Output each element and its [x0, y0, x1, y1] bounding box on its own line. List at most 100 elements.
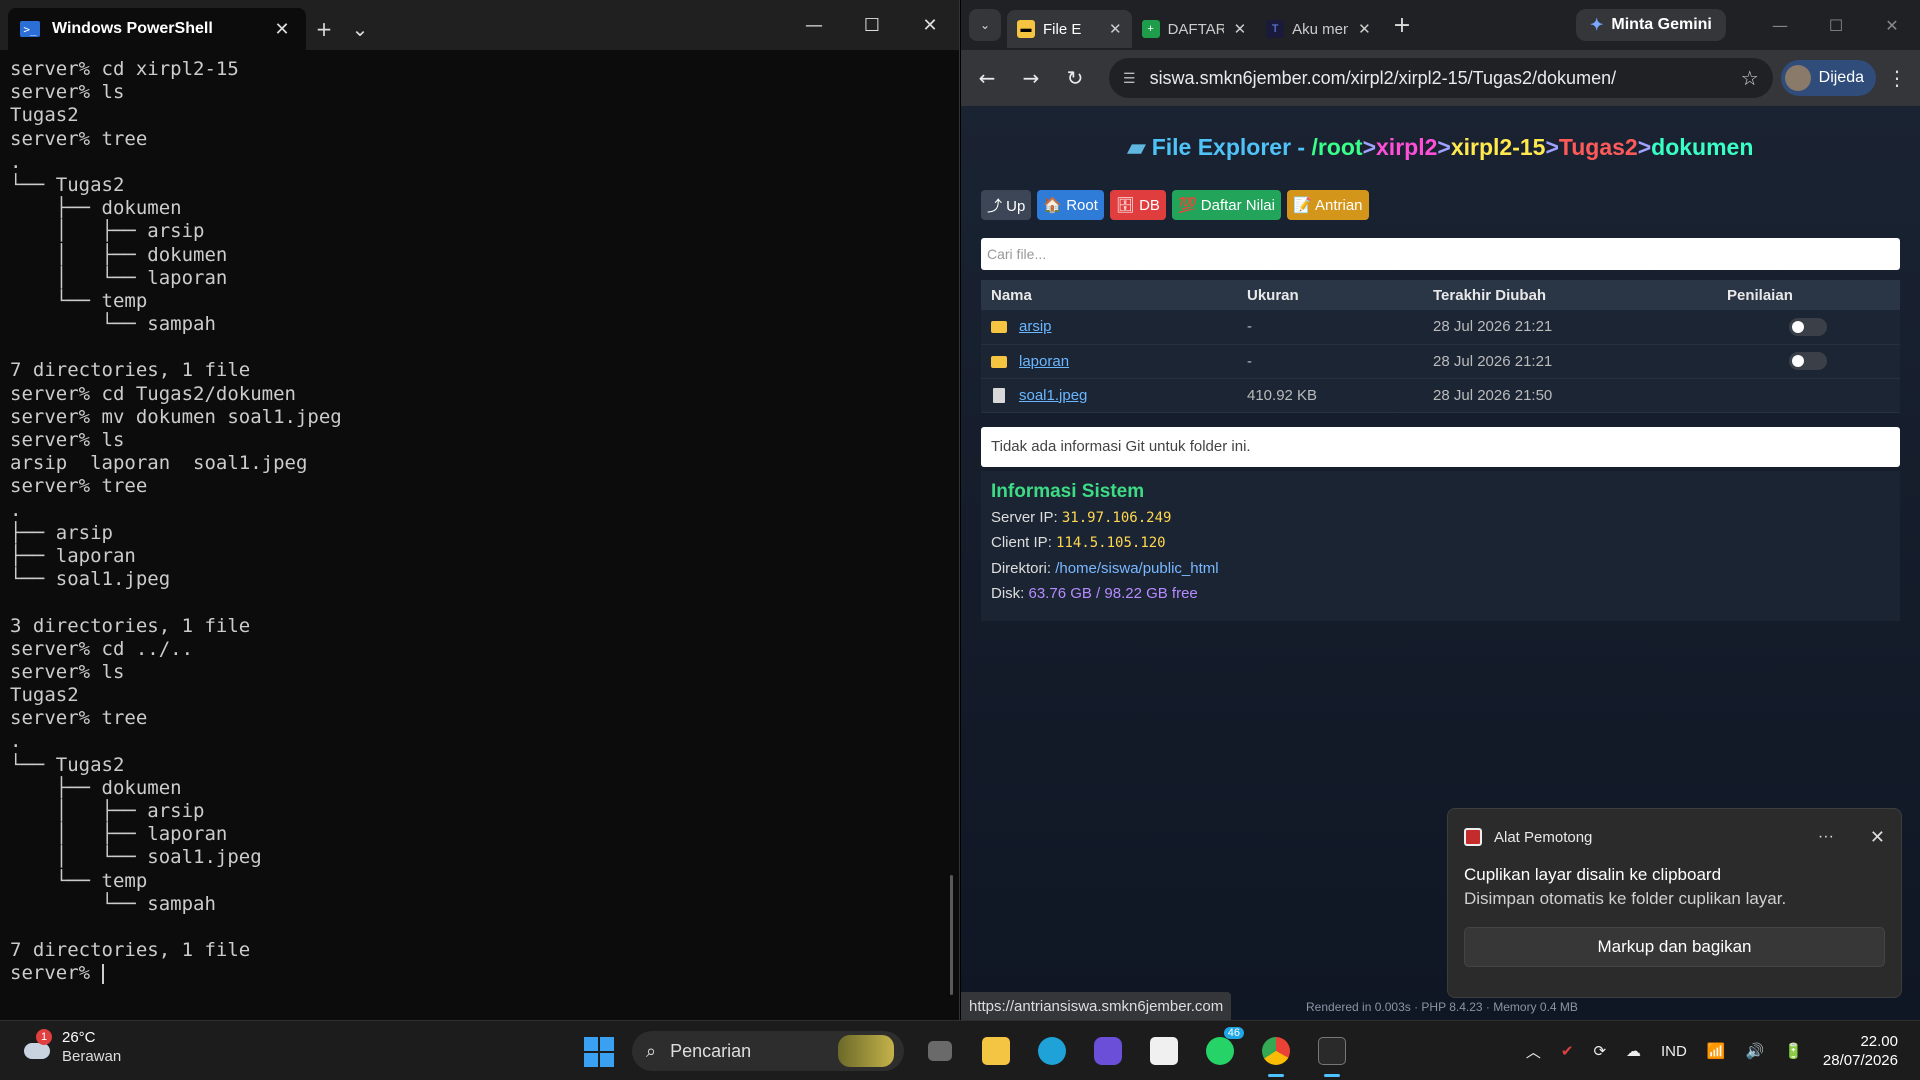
- file-link[interactable]: laporan: [1019, 353, 1069, 370]
- clock[interactable]: 22.00 28/07/2026: [1823, 1032, 1898, 1070]
- tab-file-explorer[interactable]: ▬ File E ✕: [1007, 10, 1132, 48]
- volume-icon[interactable]: 🔊: [1746, 1042, 1765, 1060]
- toast-header: Alat Pemotong ··· ✕: [1448, 809, 1901, 865]
- tab-daftar[interactable]: + DAFTAR ✕: [1132, 10, 1257, 48]
- chevron-down-icon[interactable]: ⌄: [342, 8, 378, 50]
- antrian-button[interactable]: 📝 Antrian: [1286, 190, 1369, 220]
- profile-button[interactable]: Dijeda: [1780, 60, 1876, 96]
- close-icon[interactable]: ✕: [1358, 20, 1371, 38]
- gemini-button[interactable]: ✦ Minta Gemini: [1576, 9, 1726, 41]
- up-button[interactable]: ⤴ Up: [981, 190, 1032, 220]
- close-icon[interactable]: ✕: [1870, 827, 1885, 848]
- battery-icon[interactable]: 🔋: [1784, 1042, 1803, 1060]
- path-tugas2[interactable]: Tugas2: [1559, 134, 1638, 160]
- path-xirpl2-15[interactable]: xirpl2-15: [1451, 134, 1546, 160]
- path-xirpl2[interactable]: xirpl2: [1376, 134, 1437, 160]
- onedrive-icon[interactable]: ☁: [1626, 1042, 1641, 1060]
- client-ip-row: Client IP: 114.5.105.120: [991, 534, 1890, 560]
- label: Direktori:: [991, 559, 1056, 577]
- file-search-input[interactable]: Cari file...: [981, 238, 1900, 270]
- close-icon[interactable]: ✕: [1234, 20, 1247, 38]
- terminal-line: └── sampah: [10, 313, 216, 336]
- bookmark-star-icon[interactable]: ☆: [1741, 66, 1759, 91]
- maximize-button[interactable]: ☐: [843, 0, 901, 50]
- url-text: siswa.smkn6jember.com/xirpl2/xirpl2-15/T…: [1149, 67, 1617, 88]
- reload-button[interactable]: ↻: [1057, 60, 1093, 96]
- sync-icon[interactable]: ⟳: [1593, 1042, 1606, 1060]
- snipping-toast: Alat Pemotong ··· ✕ Cuplikan layar disal…: [1447, 808, 1902, 998]
- new-tab-button[interactable]: +: [1393, 13, 1411, 38]
- start-button[interactable]: [584, 1037, 614, 1067]
- terminal-prompt[interactable]: server%: [10, 962, 949, 985]
- db-button[interactable]: 🗄 DB: [1109, 190, 1166, 220]
- tab-aku[interactable]: T Aku men ✕: [1256, 10, 1381, 48]
- back-button[interactable]: ←: [969, 60, 1005, 96]
- tab-label: File E: [1043, 20, 1082, 38]
- table-row[interactable]: soal1.jpeg 410.92 KB 28 Jul 2026 21:50: [981, 378, 1900, 413]
- text-cursor: [101, 963, 104, 984]
- path-sep: >: [1362, 134, 1377, 160]
- table-row[interactable]: arsip -28 Jul 2026 21:21: [981, 310, 1900, 345]
- close-icon[interactable]: ✕: [1109, 20, 1122, 38]
- terminal-line: └── soal1.jpeg: [10, 568, 171, 591]
- terminal-tab[interactable]: >_ Windows PowerShell ✕: [8, 8, 306, 50]
- weather-desc: Berawan: [62, 1048, 122, 1065]
- antivirus-icon[interactable]: ✔: [1561, 1042, 1574, 1060]
- more-options-icon[interactable]: ···: [1818, 828, 1834, 846]
- browser-tabbar: ⌄ ▬ File E ✕ + DAFTAR ✕ T Aku men ✕ + ✦ …: [961, 0, 1920, 50]
- close-tab-icon[interactable]: ✕: [270, 19, 294, 40]
- file-link[interactable]: arsip: [1019, 318, 1052, 335]
- weather-widget[interactable]: 1 26°C Berawan: [22, 1029, 121, 1067]
- terminal-line: ├── dokumen: [10, 776, 182, 799]
- whatsapp-icon[interactable]: 46: [1192, 1027, 1248, 1071]
- terminal-line: │ ├── arsip: [10, 220, 205, 243]
- file-link[interactable]: soal1.jpeg: [1019, 387, 1087, 404]
- forward-button[interactable]: →: [1013, 60, 1049, 96]
- taskbar: 1 26°C Berawan ⌕ Pencarian 46 ︿ ✔ ⟳ ☁ IN…: [0, 1020, 1920, 1080]
- chevron-up-icon[interactable]: ︿: [1526, 1041, 1541, 1062]
- root-button[interactable]: 🏠 Root: [1037, 190, 1104, 220]
- task-view-icon[interactable]: [912, 1031, 968, 1071]
- prompt-text: server%: [10, 962, 102, 985]
- terminal-line: │ ├── laporan: [10, 823, 228, 846]
- file-size: -: [1237, 344, 1423, 379]
- chrome-icon[interactable]: [1248, 1031, 1304, 1077]
- minimize-button[interactable]: —: [785, 0, 843, 50]
- copilot-icon[interactable]: [1080, 1031, 1136, 1071]
- penilaian-cell: [1717, 310, 1900, 345]
- terminal-icon[interactable]: [1304, 1031, 1360, 1077]
- daftar-nilai-button[interactable]: 💯 Daftar Nilai: [1171, 190, 1281, 220]
- date: 28/07/2026: [1822, 1052, 1898, 1069]
- server-ip-row: Server IP: 31.97.106.249: [991, 509, 1890, 535]
- maximize-button[interactable]: ☐: [1808, 0, 1864, 50]
- path-root[interactable]: /root: [1311, 134, 1362, 160]
- site-settings-icon[interactable]: ☰: [1123, 70, 1136, 87]
- menu-icon[interactable]: ⋮: [1882, 66, 1912, 90]
- terminal-line: 3 directories, 1 file: [10, 614, 251, 637]
- language-indicator[interactable]: IND: [1661, 1043, 1687, 1060]
- gemini-label: Minta Gemini: [1611, 16, 1712, 33]
- file-explorer-icon[interactable]: [968, 1031, 1024, 1071]
- close-window-button[interactable]: ✕: [1864, 0, 1920, 50]
- penilaian-toggle[interactable]: [1789, 317, 1827, 336]
- wifi-icon[interactable]: 📶: [1707, 1042, 1726, 1060]
- notification-count: 46: [1223, 1027, 1244, 1039]
- tab-search-icon[interactable]: ⌄: [969, 9, 1001, 41]
- address-bar[interactable]: ☰ siswa.smkn6jember.com/xirpl2/xirpl2-15…: [1109, 58, 1773, 98]
- dir-row: Direktori: /home/siswa/public_html: [991, 560, 1890, 586]
- penilaian-toggle[interactable]: [1789, 352, 1827, 371]
- new-tab-button[interactable]: +: [306, 8, 342, 50]
- taskbar-search[interactable]: ⌕ Pencarian: [632, 1031, 904, 1071]
- terminal-scrollbar[interactable]: [950, 875, 953, 995]
- close-window-button[interactable]: ✕: [901, 0, 959, 50]
- minimize-button[interactable]: —: [1752, 0, 1808, 50]
- store-icon[interactable]: [1136, 1031, 1192, 1071]
- profile-label: Dijeda: [1818, 69, 1864, 86]
- table-row[interactable]: laporan -28 Jul 2026 21:21: [981, 344, 1900, 379]
- edge-icon[interactable]: [1024, 1031, 1080, 1071]
- terminal-output[interactable]: server% cd xirpl2-15 server% ls Tugas2 serv…: [0, 50, 959, 1018]
- file-table: Nama Ukuran Terakhir Diubah Penilaian ar…: [981, 280, 1900, 413]
- markup-share-button[interactable]: Markup dan bagikan: [1464, 927, 1885, 967]
- terminal-line: │ └── laporan: [10, 266, 228, 289]
- path-dokumen[interactable]: dokumen: [1651, 134, 1753, 160]
